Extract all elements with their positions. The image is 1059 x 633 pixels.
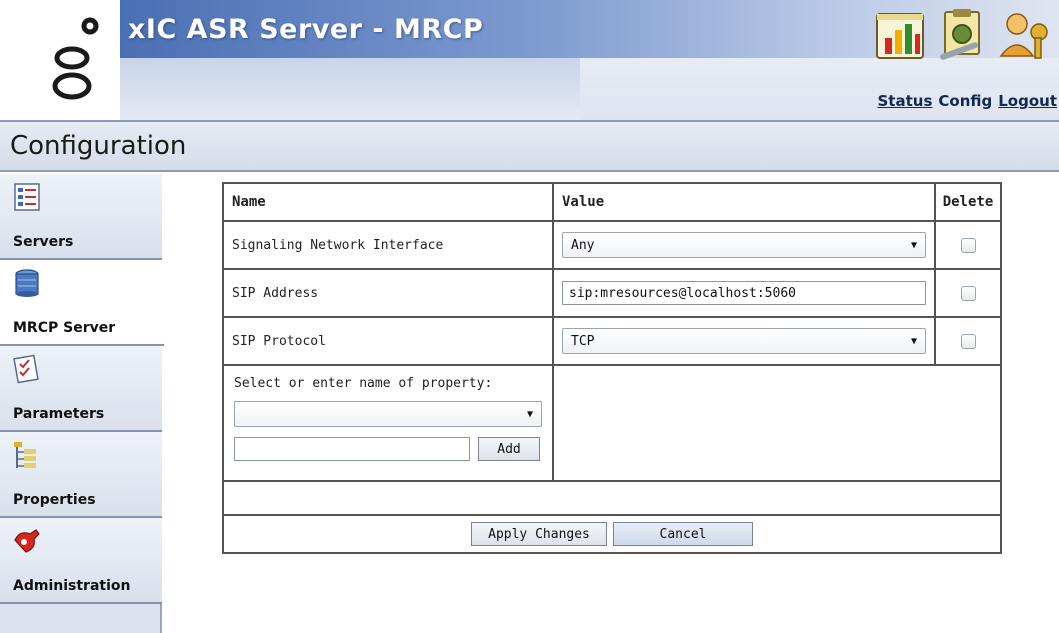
- delete-cell: [936, 318, 1000, 364]
- properties-tree-icon: [14, 442, 36, 468]
- delete-checkbox[interactable]: [960, 285, 976, 301]
- sidebar-item-label: Properties: [13, 492, 96, 508]
- logo: [0, 0, 120, 120]
- sidebar: Servers MRCP Server Parameters Propertie…: [0, 174, 164, 633]
- top-nav-links: Status Config Logout: [878, 92, 1058, 110]
- table-header-row: Name Value Delete: [224, 184, 1000, 222]
- status-link[interactable]: Status: [878, 92, 933, 110]
- top-icon-bar: [873, 8, 1053, 64]
- property-value-cell: Any ▼: [554, 222, 936, 268]
- table-row: SIP Address sip:mresources@localhost:506…: [224, 270, 1000, 318]
- property-name-input[interactable]: [234, 437, 470, 461]
- administration-tools-icon: [14, 529, 40, 553]
- dropdown-arrow-icon: ▼: [910, 335, 917, 347]
- add-property-row: Select or enter name of property: ▼ Add: [224, 366, 1000, 482]
- apply-changes-button[interactable]: Apply Changes: [471, 522, 607, 546]
- config-link[interactable]: Config: [938, 92, 992, 110]
- sidebar-item-label: Servers: [13, 234, 74, 250]
- dropdown-arrow-icon: ▼: [526, 408, 533, 420]
- config-tools-icon[interactable]: [935, 8, 991, 64]
- column-header-value: Value: [554, 184, 936, 220]
- sidebar-item-servers[interactable]: Servers: [0, 174, 162, 260]
- status-chart-icon[interactable]: [873, 8, 929, 64]
- app-title: xIC ASR Server - MRCP: [128, 14, 484, 45]
- sip-address-input[interactable]: sip:mresources@localhost:5060: [562, 281, 926, 305]
- cancel-button[interactable]: Cancel: [613, 522, 753, 546]
- sidebar-item-properties[interactable]: Properties: [0, 432, 162, 518]
- property-name: SIP Protocol: [224, 318, 554, 364]
- sidebar-item-administration[interactable]: Administration: [0, 518, 162, 604]
- add-property-empty-cell: [554, 366, 1000, 480]
- parameters-document-icon: [13, 354, 39, 384]
- add-property-cell: Select or enter name of property: ▼ Add: [224, 366, 554, 480]
- select-value: TCP: [571, 333, 595, 349]
- servers-checklist-icon: [14, 183, 40, 211]
- column-header-name: Name: [224, 184, 554, 220]
- property-name: SIP Address: [224, 270, 554, 316]
- sidebar-item-label: Parameters: [13, 406, 105, 422]
- table-row: SIP Protocol TCP ▼: [224, 318, 1000, 366]
- delete-cell: [936, 270, 1000, 316]
- sidebar-item-mrcp-server[interactable]: MRCP Server: [0, 260, 164, 346]
- select-value: Any: [571, 237, 595, 253]
- column-header-delete: Delete: [942, 194, 994, 210]
- dropdown-arrow-icon: ▼: [910, 239, 917, 251]
- logout-key-user-icon[interactable]: [997, 8, 1053, 64]
- table-spacer-row: [224, 482, 1000, 516]
- property-name-select[interactable]: ▼: [234, 401, 542, 427]
- section-bar: Configuration: [0, 122, 1059, 172]
- sip-protocol-select[interactable]: TCP ▼: [562, 328, 926, 354]
- config-table: Name Value Delete Signaling Network Inte…: [222, 182, 1002, 554]
- property-name: Signaling Network Interface: [224, 222, 554, 268]
- sidebar-item-parameters[interactable]: Parameters: [0, 346, 162, 432]
- add-property-label: Select or enter name of property:: [234, 376, 493, 391]
- add-property-button[interactable]: Add: [478, 437, 540, 461]
- signaling-interface-select[interactable]: Any ▼: [562, 232, 926, 258]
- sidebar-item-label: MRCP Server: [13, 320, 116, 336]
- property-value-cell: sip:mresources@localhost:5060: [554, 270, 936, 316]
- delete-checkbox[interactable]: [960, 333, 976, 349]
- property-value-cell: TCP ▼: [554, 318, 936, 364]
- delete-cell: [936, 222, 1000, 268]
- genesys-logo-icon: [52, 17, 99, 100]
- logout-link[interactable]: Logout: [998, 92, 1057, 110]
- page-title: Configuration: [10, 131, 187, 161]
- mrcp-server-database-icon: [15, 269, 39, 297]
- table-footer-row: Apply Changes Cancel: [224, 516, 1000, 552]
- delete-checkbox[interactable]: [960, 237, 976, 253]
- app-header: xIC ASR Server - MRCP Status Config Logo…: [0, 0, 1059, 120]
- add-property-controls: Add: [234, 437, 542, 461]
- table-row: Signaling Network Interface Any ▼: [224, 222, 1000, 270]
- sidebar-item-label: Administration: [13, 578, 131, 594]
